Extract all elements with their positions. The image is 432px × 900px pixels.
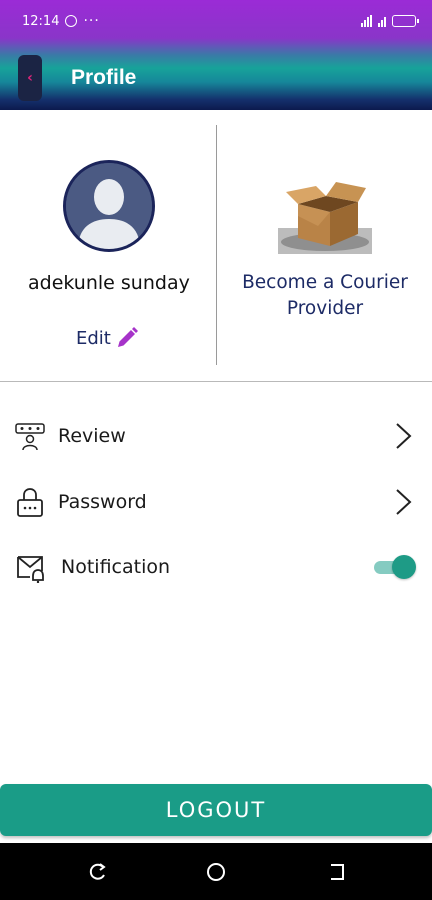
lock-icon bbox=[17, 488, 43, 517]
home-icon[interactable] bbox=[205, 861, 227, 883]
edit-profile-button[interactable]: Edit bbox=[76, 326, 139, 350]
mail-bell-icon bbox=[17, 556, 44, 583]
battery-icon bbox=[392, 15, 419, 27]
back-nav-icon[interactable] bbox=[326, 861, 348, 883]
recent-apps-icon[interactable] bbox=[86, 861, 108, 883]
page-title: Profile bbox=[71, 66, 137, 89]
section-divider bbox=[0, 381, 432, 382]
logout-button[interactable]: LOGOUT bbox=[0, 784, 432, 836]
menu-item-review[interactable]: Review bbox=[0, 411, 432, 461]
open-box-icon[interactable] bbox=[278, 176, 372, 254]
become-courier-provider-link[interactable]: Become a Courier Provider bbox=[226, 270, 424, 322]
person-silhouette-icon bbox=[66, 163, 152, 249]
profile-section: adekunle sunday Edit Become a Courier Pr… bbox=[0, 110, 432, 381]
chevron-right-icon bbox=[396, 489, 412, 515]
chevron-right-icon bbox=[396, 423, 412, 449]
system-nav-bar bbox=[0, 843, 432, 900]
vertical-divider bbox=[216, 125, 217, 365]
avatar[interactable] bbox=[63, 160, 155, 252]
header-gradient: 12:14 ··· ‹ Profile bbox=[0, 0, 432, 110]
back-arrow-icon: ‹ bbox=[27, 70, 33, 86]
menu-label-review: Review bbox=[58, 425, 126, 447]
user-name: adekunle sunday bbox=[28, 272, 190, 294]
notification-toggle[interactable] bbox=[374, 555, 416, 579]
chat-notification-icon bbox=[65, 15, 78, 27]
menu-item-password[interactable]: Password bbox=[0, 477, 432, 527]
review-icon bbox=[15, 423, 45, 451]
status-time: 12:14 bbox=[22, 13, 60, 29]
menu-label-password: Password bbox=[58, 491, 147, 513]
signal-icon bbox=[361, 15, 372, 27]
more-notifications-icon: ··· bbox=[83, 13, 100, 29]
pencil-icon bbox=[117, 327, 138, 347]
signal-2-icon bbox=[378, 15, 386, 27]
toggle-thumb bbox=[392, 555, 416, 579]
app-bar: ‹ Profile bbox=[0, 50, 432, 106]
menu-label-notification: Notification bbox=[61, 556, 171, 578]
back-button[interactable]: ‹ bbox=[18, 55, 42, 101]
menu-item-notification: Notification bbox=[0, 542, 432, 592]
edit-label: Edit bbox=[76, 327, 111, 349]
status-bar: 12:14 ··· bbox=[0, 0, 432, 42]
